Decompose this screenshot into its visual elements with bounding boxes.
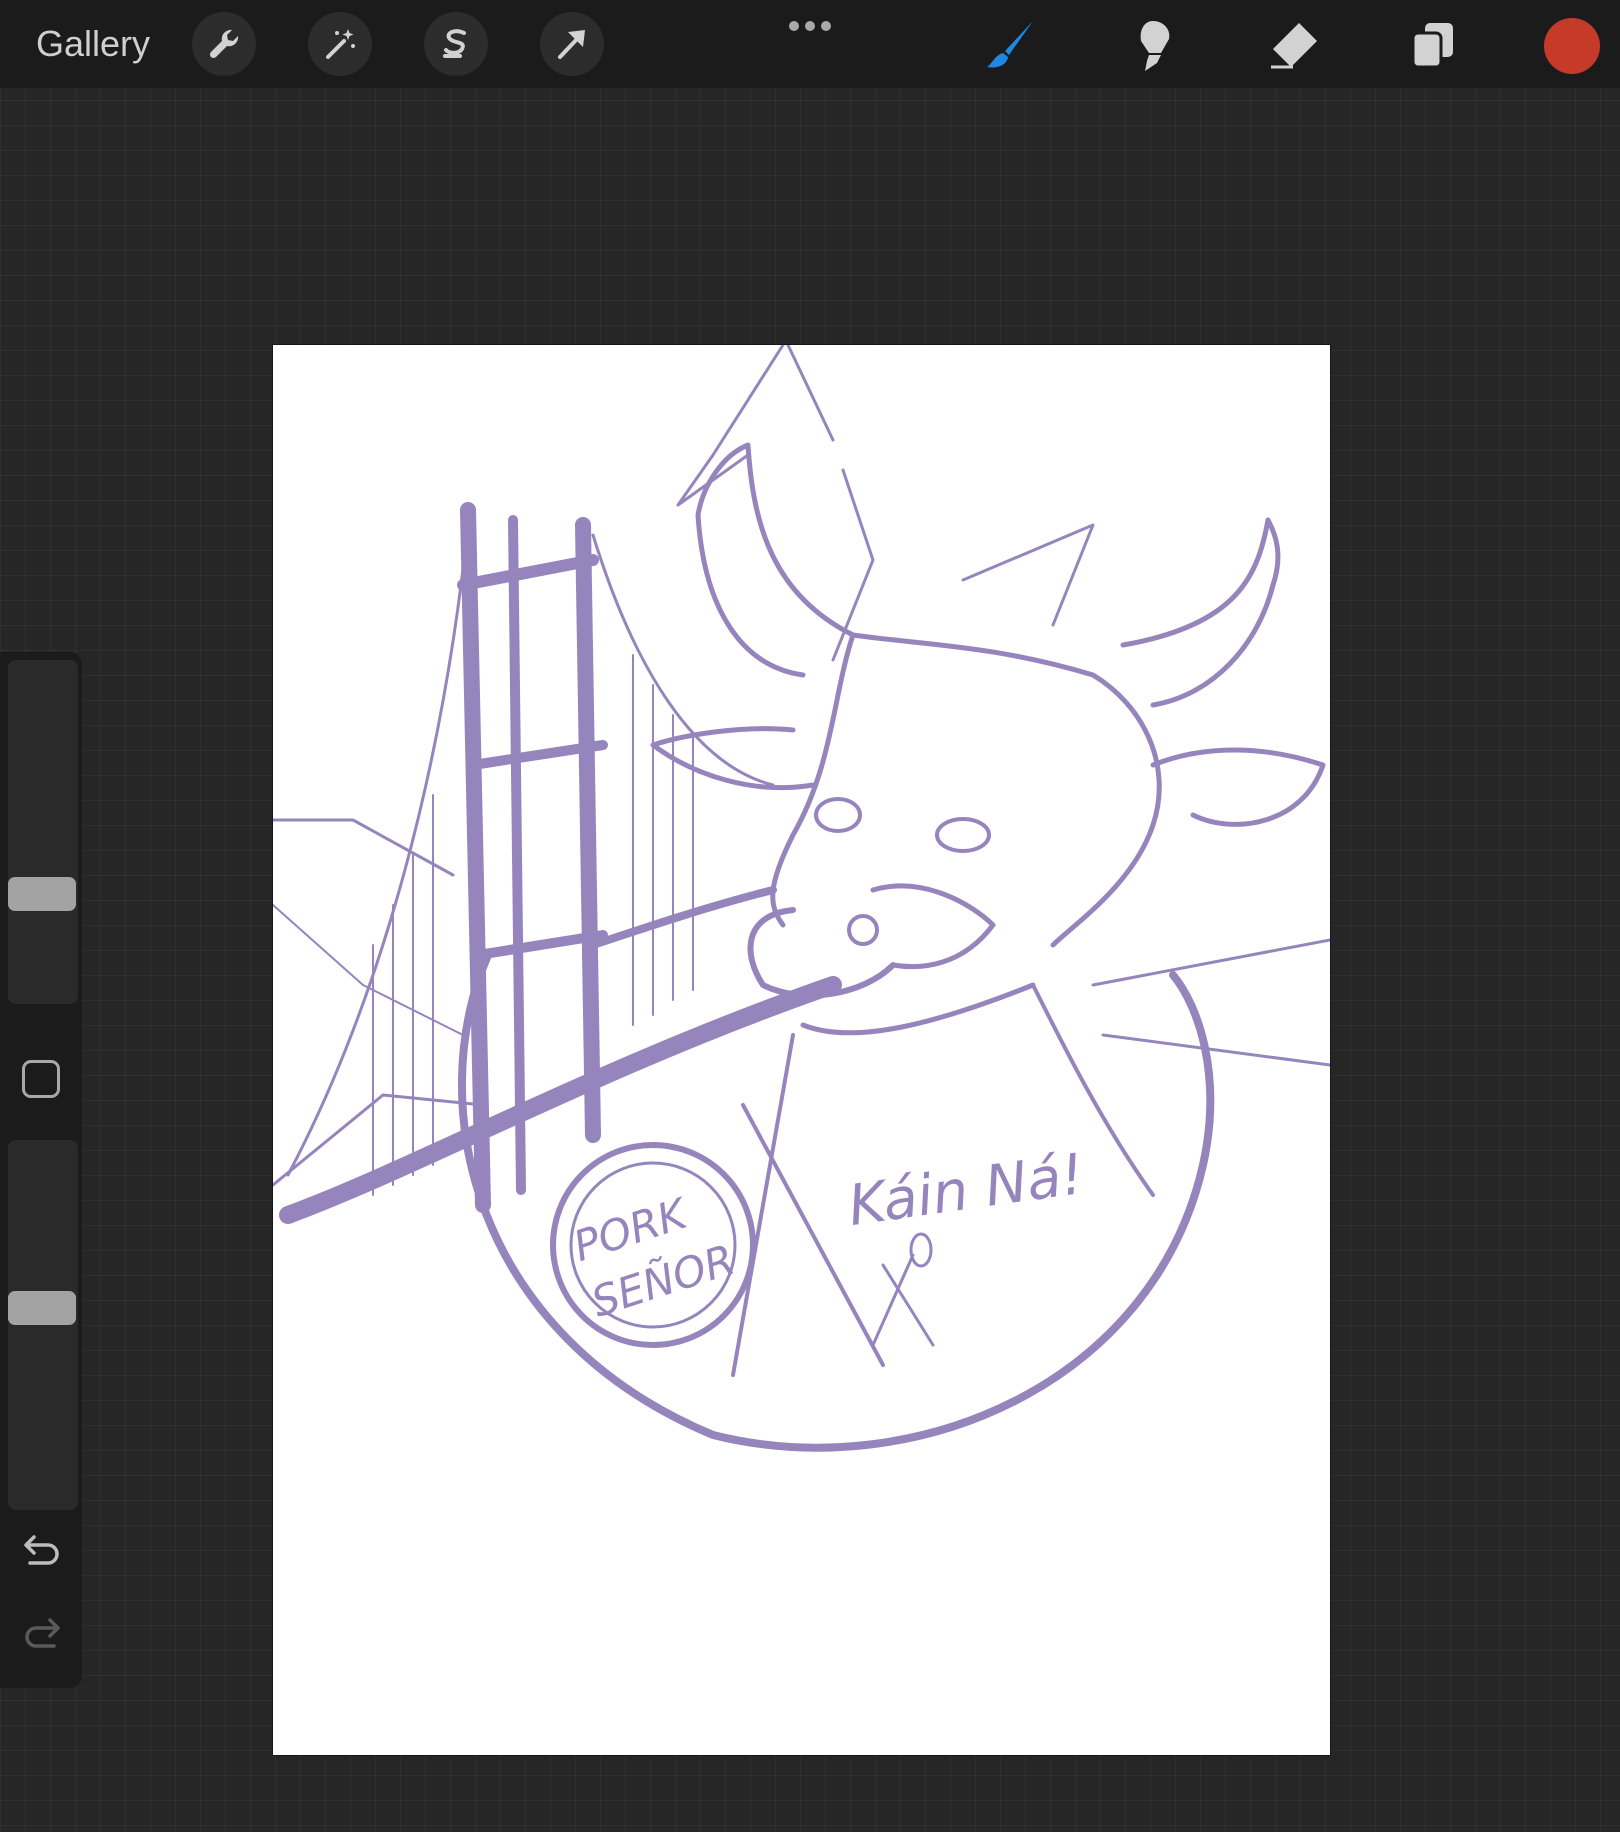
magic-wand-icon [326, 29, 355, 59]
gallery-button[interactable]: Gallery [36, 22, 150, 66]
erase-tool-button[interactable] [1262, 14, 1324, 76]
more-dots-icon[interactable] [788, 20, 832, 32]
undo-icon[interactable] [20, 1529, 64, 1569]
layers-icon [1411, 23, 1453, 69]
adjustments-button[interactable] [308, 12, 372, 76]
color-picker-button[interactable] [1544, 18, 1600, 74]
smudge-icon [1140, 21, 1170, 71]
redo-icon[interactable] [20, 1612, 64, 1652]
eraser-icon [1271, 23, 1317, 69]
smudge-tool-button[interactable] [1122, 14, 1184, 76]
drawing-canvas[interactable]: PORK SEÑOR Káin Ná! [273, 345, 1330, 1755]
transform-button[interactable] [540, 12, 604, 76]
sketch-artwork: PORK SEÑOR Káin Ná! [273, 345, 1330, 1452]
brush-size-slider-thumb[interactable] [8, 877, 76, 911]
brush-size-slider[interactable] [8, 660, 78, 1004]
brush-icon [987, 21, 1033, 68]
selection-button[interactable] [424, 12, 488, 76]
actions-button[interactable] [192, 12, 256, 76]
paint-tool-button[interactable] [980, 14, 1042, 76]
left-sidebar [0, 652, 82, 1688]
selection-icon [443, 29, 466, 58]
opacity-slider-thumb[interactable] [8, 1291, 76, 1326]
bandana-text: Káin Ná! [844, 1142, 1087, 1239]
layers-button[interactable] [1402, 14, 1464, 76]
modify-button[interactable] [22, 1060, 60, 1098]
transform-arrow-icon [558, 30, 585, 59]
top-toolbar: Gallery [0, 0, 1620, 88]
wrench-icon [209, 29, 239, 59]
